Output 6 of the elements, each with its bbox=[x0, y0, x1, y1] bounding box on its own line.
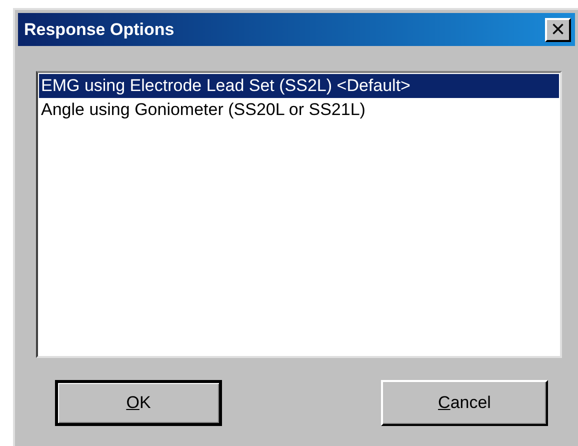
close-button[interactable]: × bbox=[545, 18, 571, 42]
ok-button[interactable]: OK bbox=[55, 380, 222, 426]
list-item[interactable]: Angle using Goniometer (SS20L or SS21L) bbox=[39, 98, 559, 122]
window-title: Response Options bbox=[24, 18, 174, 41]
cancel-button[interactable]: Cancel bbox=[381, 380, 548, 426]
list-item[interactable]: EMG using Electrode Lead Set (SS2L) <Default> bbox=[39, 74, 559, 98]
